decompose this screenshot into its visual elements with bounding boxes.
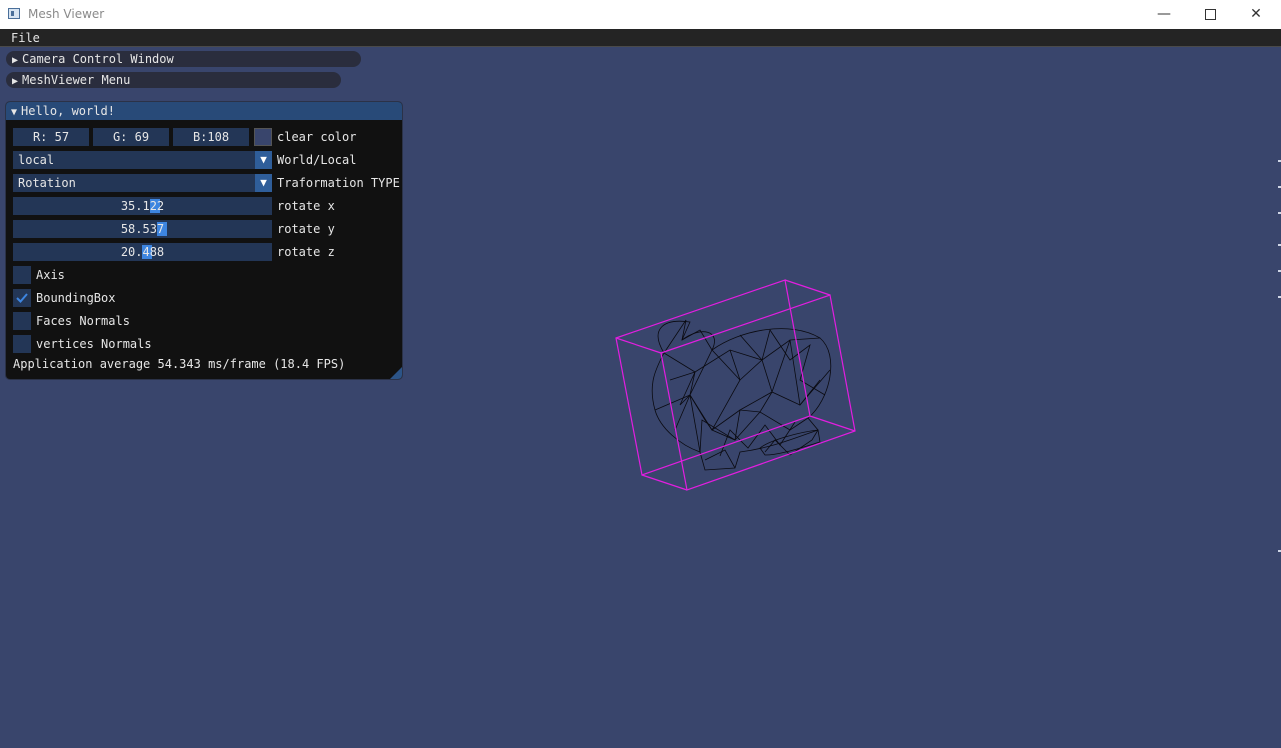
color-swatch[interactable] <box>254 128 272 146</box>
camera-control-title: Camera Control Window <box>22 52 174 66</box>
green-field[interactable]: G: 69 <box>93 128 169 146</box>
collapse-arrow-icon: ▶ <box>12 55 19 66</box>
meshviewer-menu-title: MeshViewer Menu <box>22 73 131 87</box>
red-field[interactable]: R: 57 <box>13 128 89 146</box>
camera-control-header[interactable]: ▶ Camera Control Window <box>6 51 361 67</box>
hello-world-window: ▼ Hello, world! R: 57 G: 69 B:108 clear c… <box>5 101 403 380</box>
clear-color-label: clear color <box>277 130 357 144</box>
rotate-y-label: rotate y <box>277 222 335 236</box>
dropdown-arrow-icon[interactable]: ▼ <box>255 174 272 192</box>
type-combo-label: Traformation TYPE <box>277 176 400 190</box>
space-combo[interactable]: local ▼ <box>13 151 272 169</box>
boundingbox-label: BoundingBox <box>36 291 116 305</box>
meshviewer-menu-header[interactable]: ▶ MeshViewer Menu <box>6 72 341 88</box>
rotate-y-value: 58.537 <box>120 222 165 236</box>
checkmark-icon <box>16 293 28 303</box>
panel-titlebar[interactable]: ▼ Hello, world! <box>6 102 402 120</box>
edge-artifacts <box>1278 160 1281 552</box>
type-combo-value: Rotation <box>18 176 76 190</box>
rotate-z-label: rotate z <box>277 245 335 259</box>
rotate-x-slider[interactable]: 35.122 <box>13 197 272 215</box>
dropdown-arrow-icon[interactable]: ▼ <box>255 151 272 169</box>
rotate-x-value: 35.122 <box>120 199 165 213</box>
rotate-z-value: 20.488 <box>120 245 165 259</box>
space-combo-value: local <box>18 153 55 167</box>
blue-field[interactable]: B:108 <box>173 128 249 146</box>
panel-title: Hello, world! <box>21 104 115 118</box>
rotate-y-slider[interactable]: 58.537 <box>13 220 272 238</box>
rotate-x-label: rotate x <box>277 199 335 213</box>
expand-arrow-icon: ▼ <box>11 107 18 118</box>
boundingbox-checkbox[interactable] <box>13 289 31 307</box>
rotate-z-slider[interactable]: 20.488 <box>13 243 272 261</box>
space-combo-label: World/Local <box>277 153 357 167</box>
faces-normals-label: Faces Normals <box>36 314 130 328</box>
axis-checkbox[interactable] <box>13 266 31 284</box>
fps-status: Application average 54.343 ms/frame (18.… <box>13 357 346 371</box>
faces-normals-checkbox[interactable] <box>13 312 31 330</box>
collapse-arrow-icon: ▶ <box>12 76 19 87</box>
bounding-box <box>615 279 856 491</box>
type-combo[interactable]: Rotation ▼ <box>13 174 272 192</box>
vertices-normals-checkbox[interactable] <box>13 335 31 353</box>
vertices-normals-label: vertices Normals <box>36 337 152 351</box>
axis-label: Axis <box>36 268 65 282</box>
resize-grip[interactable] <box>390 367 402 379</box>
